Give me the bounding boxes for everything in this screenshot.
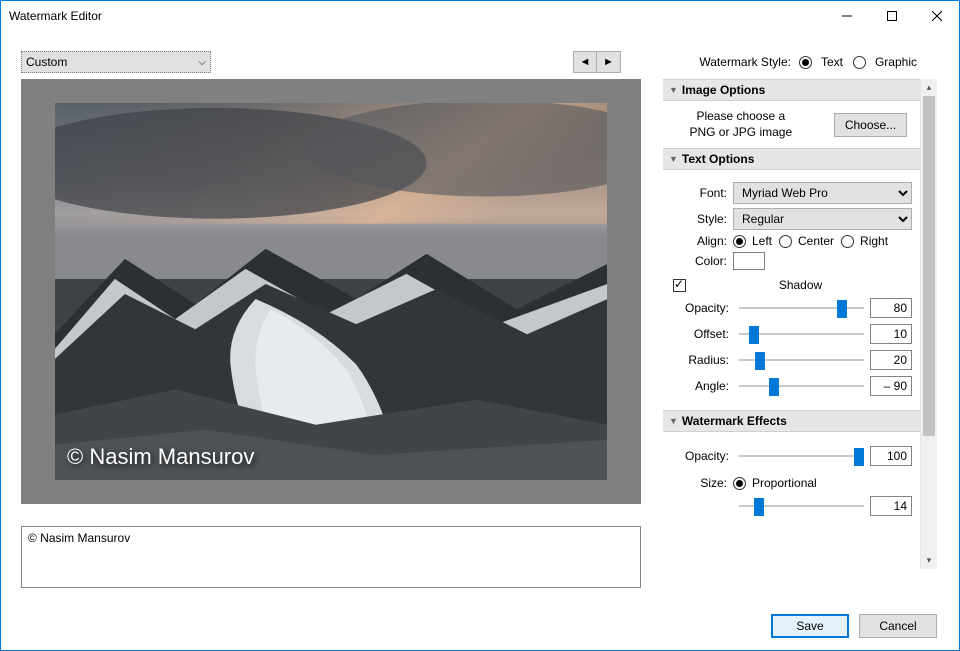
disclosure-triangle-icon: ▼ [669,416,678,426]
choose-image-msg: Please choose a PNG or JPG image [676,109,806,140]
shadow-checkbox[interactable] [673,279,686,292]
size-label: Size: [671,476,733,490]
scrollbar-vertical[interactable]: ▴ ▾ [920,79,937,569]
text-options-header[interactable]: ▼ Text Options [663,148,920,170]
choose-image-button[interactable]: Choose... [834,113,907,137]
shadow-offset-label: Offset: [671,327,733,341]
maximize-button[interactable] [869,1,914,31]
shadow-radius-label: Radius: [671,353,733,367]
shadow-opacity-value[interactable] [870,298,912,318]
style-graphic-radio[interactable] [853,56,866,69]
preset-value: Custom [26,55,67,69]
image-options-header[interactable]: ▼ Image Options [663,79,920,101]
size-slider[interactable] [739,496,864,516]
chevron-down-icon: ⌵ [198,57,206,68]
window-controls [824,1,959,31]
nav-buttons: ◄ ► [573,51,621,73]
watermark-effects-body: Opacity: Size: Proportional [663,432,920,530]
left-column: © Nasim Mansurov © Nasim Mansurov [21,79,641,601]
watermark-style-row: Watermark Style: Text Graphic [641,31,959,79]
minimize-button[interactable] [824,1,869,31]
color-label: Color: [671,254,733,268]
wm-opacity-label: Opacity: [671,449,733,463]
size-proportional-radio[interactable] [733,477,746,490]
shadow-radius-slider[interactable] [739,350,864,370]
align-left-radio[interactable] [733,235,746,248]
align-right-radio[interactable] [841,235,854,248]
align-label: Align: [671,234,733,248]
titlebar: Watermark Editor [1,1,959,31]
scrollbar-thumb[interactable] [923,96,935,436]
cancel-button[interactable]: Cancel [859,614,937,638]
wm-opacity-value[interactable] [870,446,912,466]
watermark-effects-header[interactable]: ▼ Watermark Effects [663,410,920,432]
options-panel: ▼ Image Options Please choose a PNG or J… [663,79,920,601]
save-button[interactable]: Save [771,614,849,638]
prev-button[interactable]: ◄ [573,51,597,73]
right-column: ▼ Image Options Please choose a PNG or J… [663,79,937,601]
color-swatch[interactable] [733,252,765,270]
shadow-label: Shadow [689,278,912,292]
disclosure-triangle-icon: ▼ [669,154,678,164]
shadow-offset-slider[interactable] [739,324,864,344]
align-center-radio[interactable] [779,235,792,248]
watermark-text-input[interactable]: © Nasim Mansurov [21,526,641,588]
scroll-down-icon[interactable]: ▾ [921,552,937,569]
disclosure-triangle-icon: ▼ [669,85,678,95]
wm-opacity-slider[interactable] [739,446,864,466]
size-mode-label: Proportional [752,476,817,490]
shadow-opacity-label: Opacity: [671,301,733,315]
watermark-text-value: © Nasim Mansurov [28,531,130,545]
scroll-up-icon[interactable]: ▴ [921,79,937,96]
shadow-offset-value[interactable] [870,324,912,344]
shadow-radius-value[interactable] [870,350,912,370]
main-body: © Nasim Mansurov © Nasim Mansurov ▼ Imag… [1,79,959,601]
style-text-radio[interactable] [799,56,812,69]
window-title: Watermark Editor [9,9,824,23]
image-options-title: Image Options [682,83,765,97]
font-label: Font: [671,186,733,200]
watermark-overlay: © Nasim Mansurov [67,444,254,470]
font-style-label: Style: [671,212,733,226]
shadow-angle-value[interactable] [870,376,912,396]
style-text-label: Text [821,55,843,69]
preview-image: © Nasim Mansurov [55,103,607,480]
font-select[interactable]: Myriad Web Pro [733,182,912,204]
text-options-body: Font: Myriad Web Pro Style: Regular Alig… [663,170,920,410]
image-options-body: Please choose a PNG or JPG image Choose.… [663,101,920,148]
watermark-effects-title: Watermark Effects [682,414,787,428]
style-label: Watermark Style: [699,55,791,69]
preset-select[interactable]: Custom ⌵ [21,51,211,73]
font-style-select[interactable]: Regular [733,208,912,230]
preview-frame: © Nasim Mansurov [21,79,641,504]
shadow-angle-label: Angle: [671,379,733,393]
footer: Save Cancel [771,614,937,638]
toolbar: Custom ⌵ ◄ ► [1,31,641,79]
close-button[interactable] [914,1,959,31]
text-options-title: Text Options [682,152,754,166]
style-graphic-label: Graphic [875,55,917,69]
shadow-opacity-slider[interactable] [739,298,864,318]
size-value[interactable] [870,496,912,516]
next-button[interactable]: ► [597,51,621,73]
shadow-angle-slider[interactable] [739,376,864,396]
